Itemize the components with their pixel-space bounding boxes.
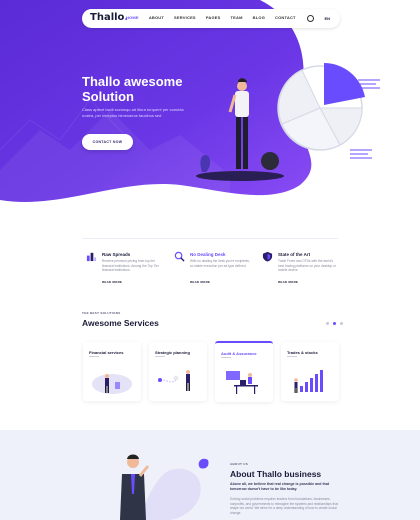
- nav-link-team[interactable]: Team: [231, 15, 243, 20]
- hero-subtitle: Class aptent taciti sociosqu ad litora t…: [82, 107, 184, 118]
- businessman-illustration: [120, 454, 209, 520]
- section-divider: [82, 238, 338, 239]
- service-card-rule: [287, 356, 297, 357]
- about-lead: Above all, we believe that real change i…: [230, 482, 330, 491]
- search-icon[interactable]: [307, 15, 315, 22]
- nav-link-about[interactable]: About: [149, 15, 164, 20]
- service-card-audit[interactable]: Audit & Assurance: [215, 341, 273, 402]
- feature-title: State of the Art: [278, 252, 311, 257]
- nav-link-contact[interactable]: Contact: [275, 15, 296, 20]
- contact-button[interactable]: Contact Now: [82, 134, 133, 150]
- feature-description: With no dealing the desk you're recipien…: [190, 259, 250, 268]
- top-navbar: Thallo. Home About Services Pages Team B…: [82, 9, 340, 28]
- carousel-dot[interactable]: [340, 322, 343, 325]
- read-more-link[interactable]: Read More: [190, 280, 210, 284]
- service-card-financial[interactable]: Financial services: [83, 342, 141, 401]
- about-kicker: About Us: [230, 462, 249, 466]
- services-kicker: The Best Solutions: [82, 311, 121, 315]
- feature-title: No Dealing Desk: [190, 252, 226, 257]
- landing-page: Thallo. Home About Services Pages Team B…: [0, 0, 420, 520]
- read-more-link[interactable]: Read More: [102, 280, 122, 284]
- nav-links: Home About Services Pages Team Blog Cont…: [126, 15, 296, 20]
- nav-link-pages[interactable]: Pages: [206, 15, 221, 20]
- nav-link-home[interactable]: Home: [126, 15, 139, 20]
- chart-icon: [86, 252, 97, 262]
- service-card-title: Strategic planning: [155, 350, 190, 355]
- logo[interactable]: Thallo.: [90, 12, 128, 23]
- hero-illustration: [196, 63, 380, 181]
- carousel-dot-active[interactable]: [333, 322, 336, 325]
- services-title: Awesome Services: [82, 318, 159, 328]
- about-body: Solving social problems requires leaders…: [230, 497, 338, 515]
- desk-worker-illustration: [226, 371, 258, 394]
- feature-no-dealing-desk: No Dealing Desk With no dealing the desk…: [174, 251, 252, 291]
- service-card-strategic[interactable]: Strategic planning: [149, 342, 207, 401]
- language-selector[interactable]: EN: [324, 16, 330, 21]
- service-card-trades[interactable]: Trades & stocks: [281, 342, 339, 401]
- about-title: About Thallo business: [230, 469, 322, 479]
- service-card-rule: [221, 357, 231, 358]
- service-card-title: Audit & Assurance: [221, 351, 257, 356]
- feature-raw-spreads: Raw Spreads Receive premium pricing from…: [86, 251, 164, 291]
- service-card-title: Financial services: [89, 350, 124, 355]
- read-more-link[interactable]: Read More: [278, 280, 298, 284]
- service-card-rule: [155, 356, 165, 357]
- service-card-rule: [89, 356, 99, 357]
- service-card-title: Trades & stocks: [287, 350, 318, 355]
- nav-right: EN: [307, 15, 330, 22]
- feature-state-of-the-art: State of the Art Trade Forex and CFDs wi…: [262, 251, 340, 291]
- bar-growth-illustration: [294, 370, 323, 393]
- person-cloud-illustration: [92, 374, 132, 394]
- nav-link-services[interactable]: Services: [174, 15, 196, 20]
- shield-icon: [262, 251, 273, 262]
- feature-description: Trade Forex and CFDs with the world's be…: [278, 259, 336, 272]
- search-money-icon: [174, 251, 185, 262]
- feature-description: Receive premium pricing from top tier fi…: [102, 259, 159, 272]
- feature-title: Raw Spreads: [102, 252, 131, 257]
- nav-link-blog[interactable]: Blog: [253, 15, 265, 20]
- map-planning-illustration: [157, 370, 190, 391]
- carousel-dot[interactable]: [326, 322, 329, 325]
- carousel-dots: [326, 322, 343, 325]
